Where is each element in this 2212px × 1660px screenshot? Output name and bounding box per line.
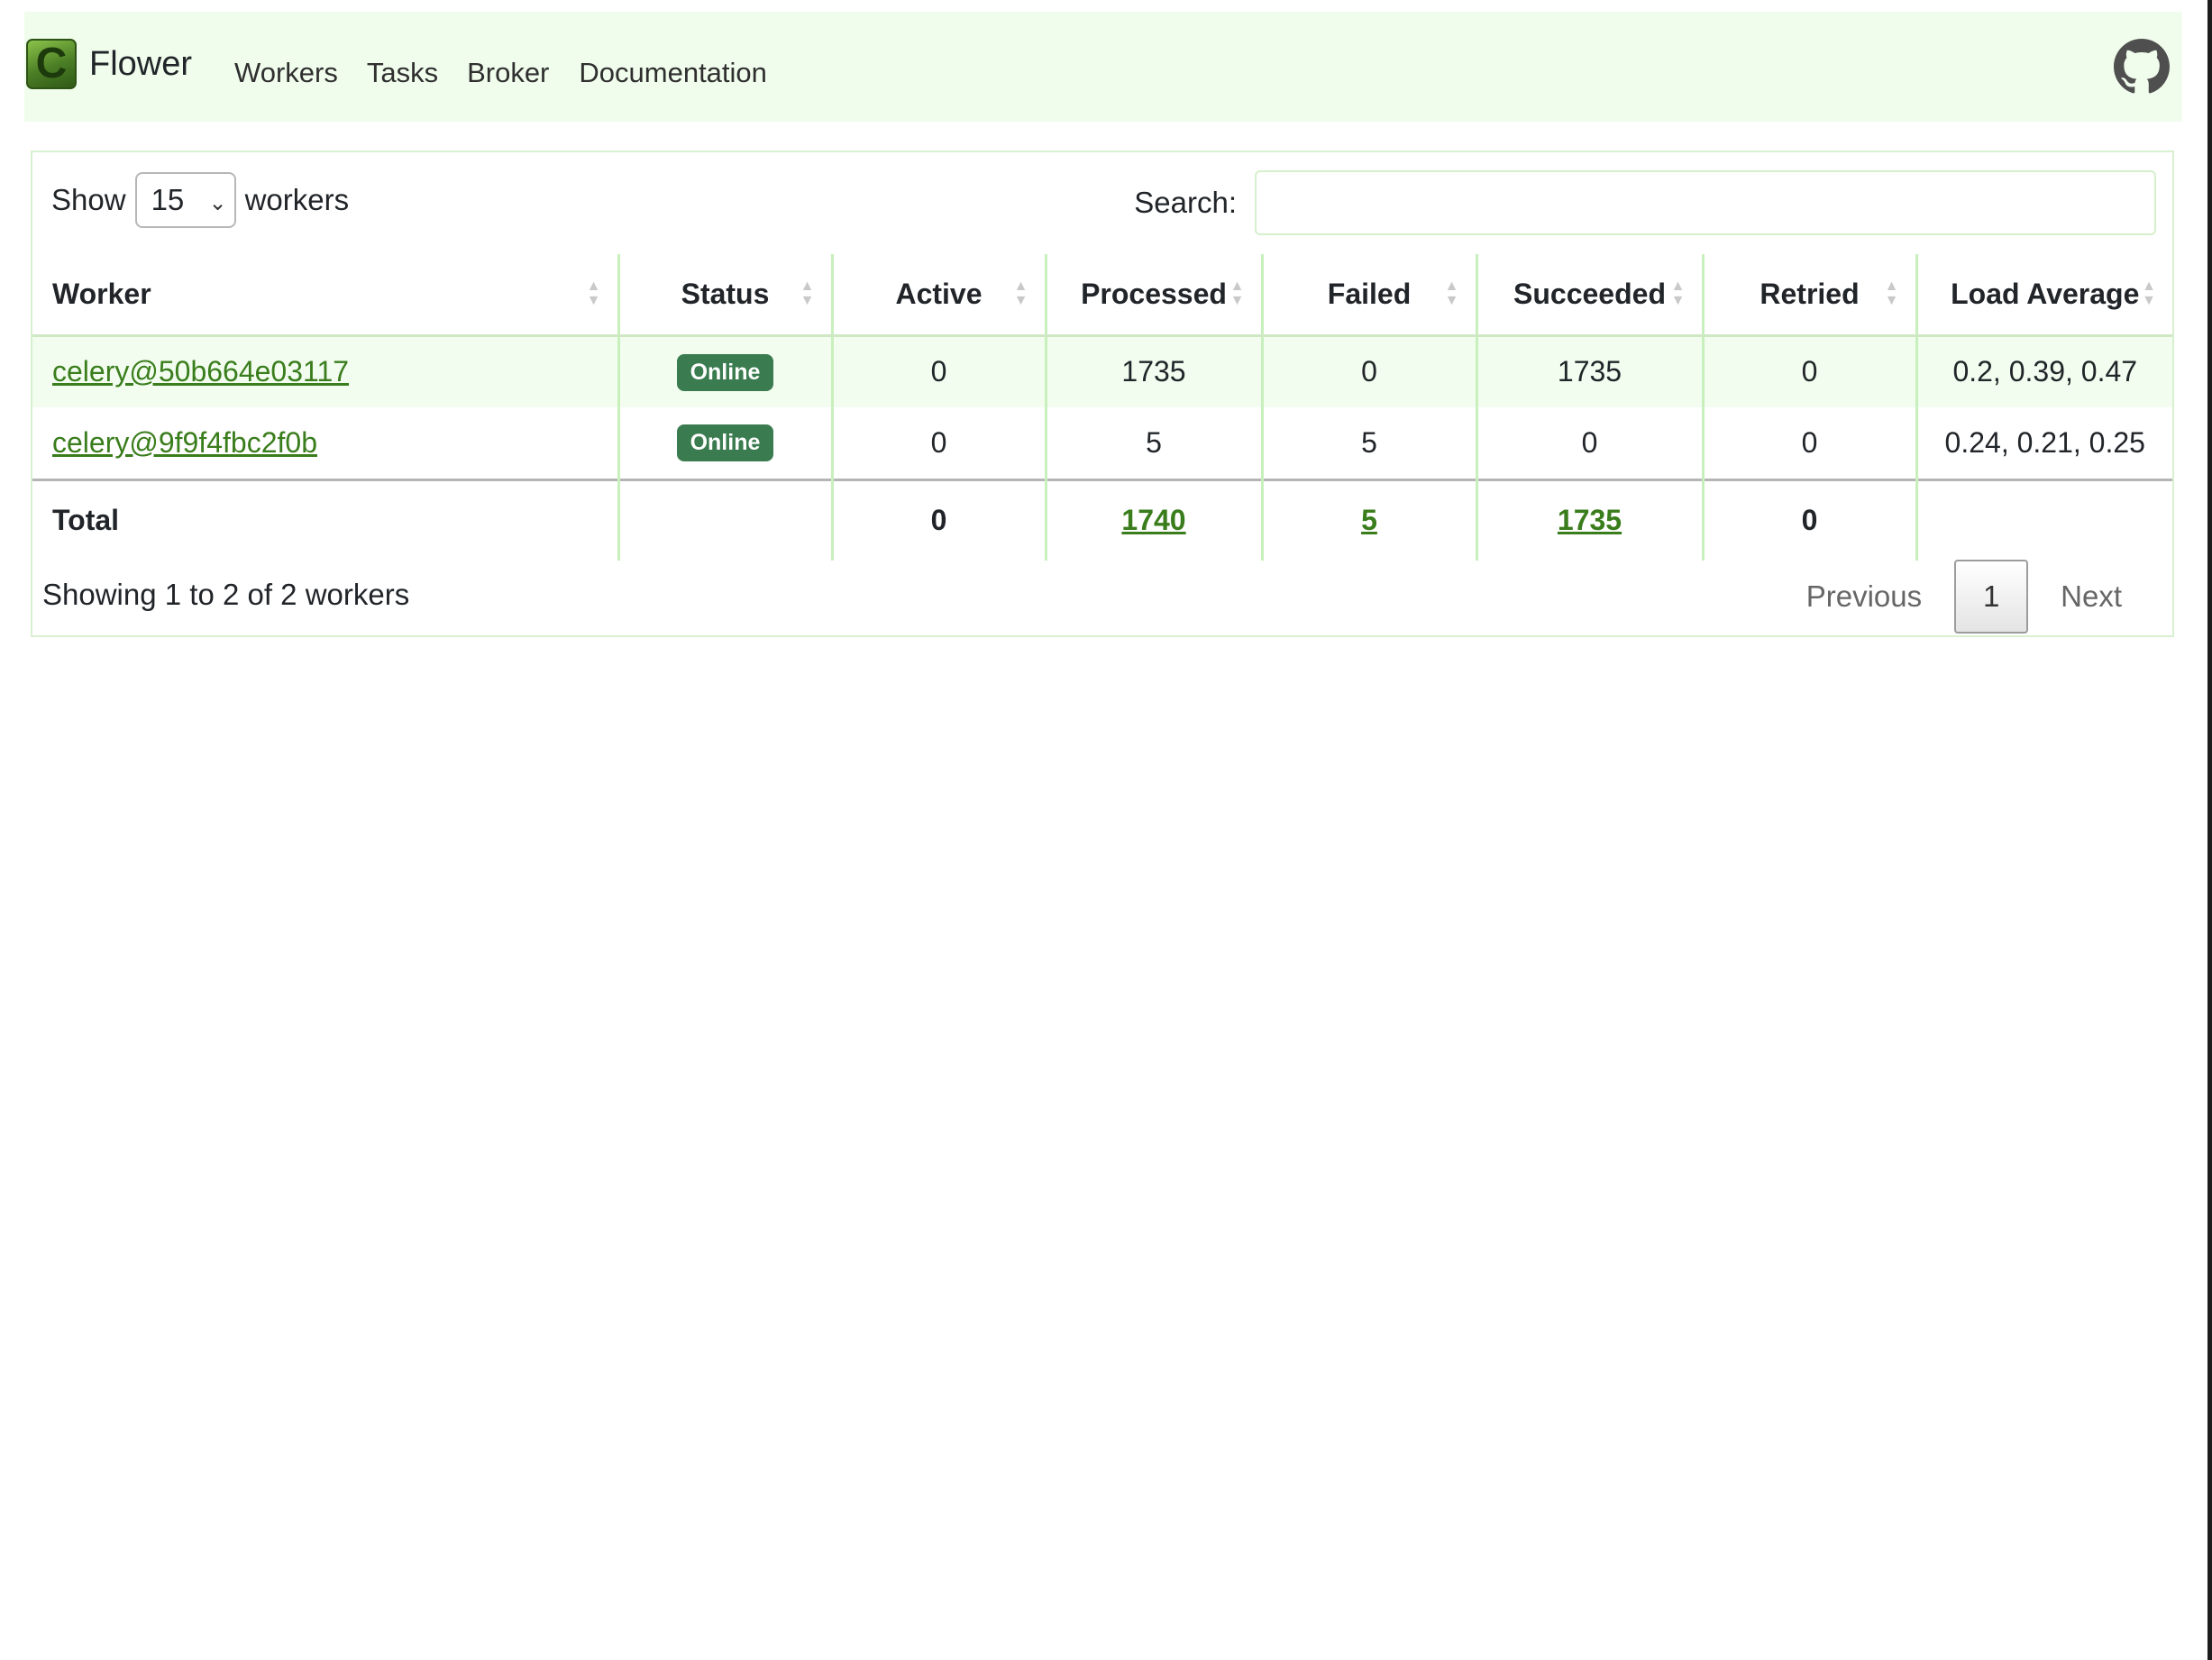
column-header-active[interactable]: Active ▲ ▼ — [832, 254, 1047, 337]
search-label: Search: — [1134, 186, 1237, 219]
sort-icon: ▲ ▼ — [1670, 278, 1686, 308]
nav-tasks[interactable]: Tasks — [367, 57, 438, 89]
total-failed-cell: 5 — [1262, 478, 1478, 561]
status-cell: Online — [618, 335, 834, 407]
worker-cell: celery@50b664e03117 — [32, 335, 620, 407]
totals-row: Total 0 1740 5 1735 0 — [32, 478, 2172, 561]
active-cell: 0 — [832, 407, 1047, 479]
worker-link[interactable]: celery@50b664e03117 — [52, 355, 349, 388]
nav-workers[interactable]: Workers — [234, 57, 338, 89]
total-load-average-cell — [1916, 478, 2172, 561]
sort-icon: ▲ ▼ — [586, 278, 601, 308]
total-succeeded-cell: 1735 — [1476, 478, 1705, 561]
succeeded-cell: 1735 — [1476, 335, 1705, 407]
chevron-down-icon: ⌄ — [208, 191, 227, 215]
pagination: Previous 1 Next — [1774, 560, 2154, 634]
sort-icon: ▲ ▼ — [1229, 278, 1245, 308]
column-header-worker[interactable]: Worker ▲ ▼ — [32, 254, 620, 337]
succeeded-cell: 0 — [1476, 407, 1705, 479]
show-label: Show — [51, 183, 126, 216]
total-succeeded-link[interactable]: 1735 — [1558, 504, 1622, 536]
column-header-load-average[interactable]: Load Average ▲ ▼ — [1916, 254, 2172, 337]
sort-icon: ▲ ▼ — [1444, 278, 1459, 308]
sort-icon: ▲ ▼ — [1884, 278, 1899, 308]
page-length-control: Show 15 ⌄ workers — [51, 172, 349, 228]
failed-cell: 5 — [1262, 407, 1478, 479]
worker-link[interactable]: celery@9f9f4fbc2f0b — [52, 426, 317, 459]
total-label: Total — [32, 478, 620, 561]
search-input[interactable] — [1255, 170, 2156, 235]
table-info: Showing 1 to 2 of 2 workers — [42, 578, 410, 611]
failed-cell: 0 — [1262, 335, 1478, 407]
workers-label: workers — [244, 183, 350, 216]
load-average-cell: 0.2, 0.39, 0.47 — [1916, 335, 2172, 407]
sort-icon: ▲ ▼ — [2142, 278, 2156, 308]
column-header-succeeded[interactable]: Succeeded ▲ ▼ — [1476, 254, 1705, 337]
worker-cell: celery@9f9f4fbc2f0b — [32, 407, 620, 479]
table-row: celery@50b664e03117 Online 0 1735 0 1735… — [32, 335, 2172, 407]
window-edge — [2207, 0, 2212, 1660]
sort-icon: ▲ ▼ — [1013, 278, 1028, 308]
total-retried: 0 — [1703, 478, 1918, 561]
github-icon[interactable] — [2114, 39, 2170, 95]
brand[interactable]: C Flower — [26, 39, 192, 89]
total-processed-link[interactable]: 1740 — [1121, 504, 1185, 536]
column-header-retried[interactable]: Retried ▲ ▼ — [1703, 254, 1918, 337]
nav-links: Workers Tasks Broker Documentation — [234, 57, 797, 89]
column-header-processed[interactable]: Processed ▲ ▼ — [1046, 254, 1264, 337]
brand-name: Flower — [89, 44, 193, 83]
total-active: 0 — [832, 478, 1047, 561]
navbar: C Flower Workers Tasks Broker Documentat… — [24, 12, 2182, 122]
total-failed-link[interactable]: 5 — [1361, 504, 1377, 536]
page-length-value: 15 — [151, 183, 185, 216]
header-row: Worker ▲ ▼ Status ▲ ▼ Active ▲ ▼ Processed ▲ ▼ F… — [32, 254, 2172, 337]
previous-button[interactable]: Previous — [1774, 579, 1954, 614]
column-header-status[interactable]: Status ▲ ▼ — [618, 254, 834, 337]
flower-logo-icon: C — [26, 39, 77, 89]
nav-broker[interactable]: Broker — [467, 57, 549, 89]
retried-cell: 0 — [1703, 407, 1918, 479]
processed-cell: 1735 — [1046, 335, 1264, 407]
status-badge: Online — [676, 424, 774, 462]
page-length-select[interactable]: 15 ⌄ — [134, 172, 236, 228]
status-cell: Online — [618, 407, 834, 479]
page-1-button[interactable]: 1 — [1954, 560, 2029, 634]
workers-table: Worker ▲ ▼ Status ▲ ▼ Active ▲ ▼ Processed ▲ ▼ F… — [32, 254, 2172, 561]
sort-icon: ▲ ▼ — [800, 278, 815, 308]
nav-documentation[interactable]: Documentation — [579, 57, 767, 89]
next-button[interactable]: Next — [2028, 579, 2154, 614]
search-control: Search: — [1134, 170, 2156, 235]
load-average-cell: 0.24, 0.21, 0.25 — [1944, 425, 2145, 459]
processed-cell: 5 — [1046, 407, 1264, 479]
status-badge: Online — [676, 353, 774, 391]
active-cell: 0 — [832, 335, 1047, 407]
retried-cell: 0 — [1703, 335, 1918, 407]
total-status-cell — [618, 478, 834, 561]
workers-panel: Show 15 ⌄ workers Search: Worker ▲ ▼ Statu… — [31, 150, 2174, 637]
total-processed-cell: 1740 — [1046, 478, 1264, 561]
column-header-failed[interactable]: Failed ▲ ▼ — [1262, 254, 1478, 337]
table-row: celery@9f9f4fbc2f0b Online 0 5 5 0 0 0.2… — [32, 407, 2172, 479]
